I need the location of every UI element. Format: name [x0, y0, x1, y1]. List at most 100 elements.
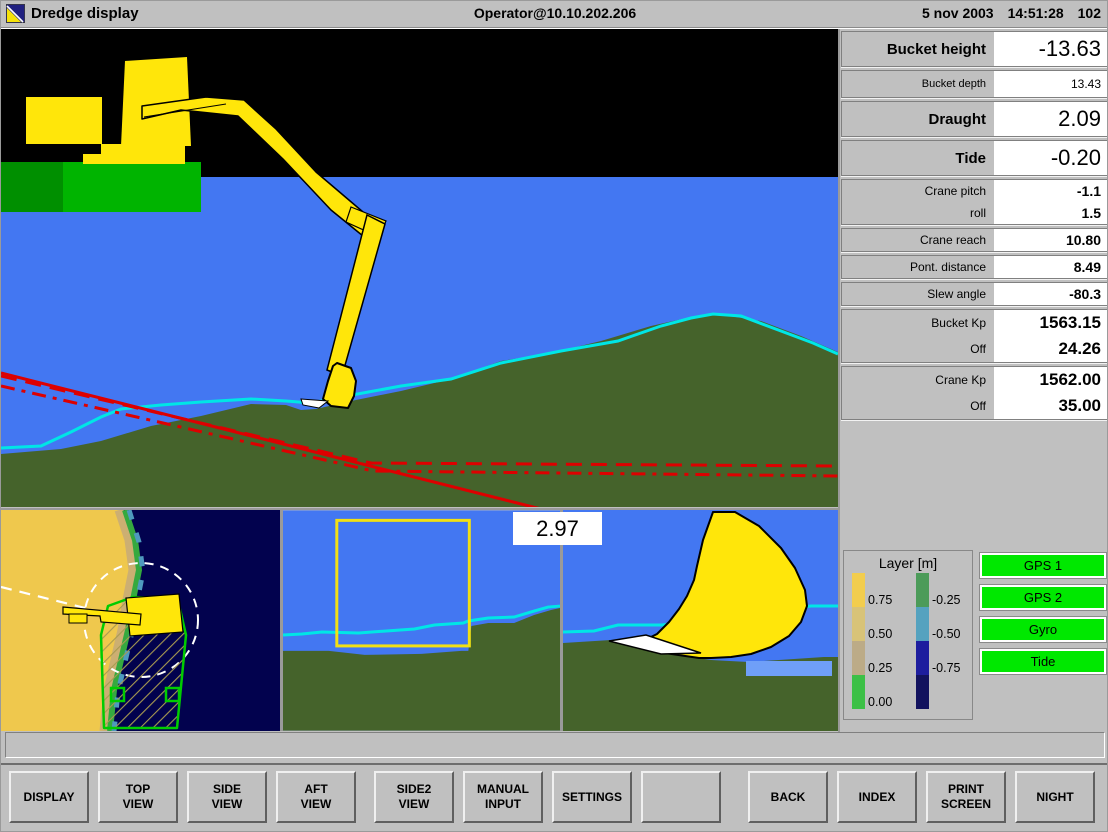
sensor-status-panel: GPS 1 GPS 2 Gyro Tide [979, 552, 1107, 680]
legend-entry: 0.50 [852, 607, 908, 641]
readout-row: Crane reach 10.80 [842, 229, 1107, 251]
dredge-display-window: Dredge display Operator@10.10.202.206 5 … [0, 0, 1108, 832]
readout-label: Crane pitch [842, 180, 994, 202]
legend-label: 0.75 [868, 594, 892, 607]
dredged-trench [746, 661, 832, 676]
legend-swatch [916, 641, 929, 675]
readout-value: 1.5 [994, 205, 1107, 221]
readout-group: Bucket Kp 1563.15 Off 24.26 [841, 309, 1108, 363]
legend-label: -0.25 [932, 594, 961, 607]
back-button[interactable]: BACK [748, 771, 828, 823]
side2-view-button[interactable]: SIDE2 VIEW [374, 771, 454, 823]
status-gps1-label: GPS 1 [982, 555, 1104, 576]
readout-row: Bucket depth 13.43 [842, 71, 1107, 97]
bucket-distance-label: 2.97 [513, 512, 602, 545]
readout-label: Crane Kp [842, 367, 994, 393]
readout-label: Bucket depth [842, 71, 994, 97]
readout-group: Bucket depth 13.43 [841, 70, 1108, 98]
readout-label: roll [842, 202, 994, 224]
readout-row: Tide -0.20 [842, 141, 1107, 175]
crane-foot [83, 154, 103, 164]
legend-swatch [916, 675, 929, 709]
status-tide[interactable]: Tide [979, 648, 1107, 675]
legend-title: Layer [m] [844, 555, 972, 571]
legend-entry: -0.50 [916, 607, 972, 641]
settings-button[interactable]: SETTINGS [552, 771, 632, 823]
side-view-button[interactable]: SIDE VIEW [187, 771, 267, 823]
status-tide-label: Tide [982, 651, 1104, 672]
legend-entry [916, 675, 972, 709]
legend-column-negative: -0.25 -0.50 -0.75 [908, 573, 972, 709]
datetime: 5 nov 2003 14:51:28 102 [908, 5, 1101, 21]
readout-label: Slew angle [842, 283, 994, 305]
legend-entry: -0.25 [916, 573, 972, 607]
status-gps1[interactable]: GPS 1 [979, 552, 1107, 579]
counter-text: 102 [1078, 5, 1101, 21]
main-side-view [1, 29, 838, 507]
readout-label: Draught [842, 102, 994, 136]
legend-swatch [852, 641, 865, 675]
blank-button[interactable] [641, 771, 721, 823]
display-button[interactable]: DISPLAY [9, 771, 89, 823]
readout-label: Off [842, 393, 994, 419]
legend-swatch [852, 607, 865, 641]
readout-row: Bucket Kp 1563.15 [842, 310, 1107, 336]
readout-row: Off 24.26 [842, 336, 1107, 362]
readout-label: Bucket Kp [842, 310, 994, 336]
plan-boom-notch [69, 614, 87, 623]
readout-label: Crane reach [842, 229, 994, 251]
readout-value: 8.49 [994, 259, 1107, 275]
readout-label: Tide [842, 141, 994, 175]
legend-swatch [852, 573, 865, 607]
status-gps2[interactable]: GPS 2 [979, 584, 1107, 611]
readout-row: Slew angle -80.3 [842, 283, 1107, 305]
status-gyro[interactable]: Gyro [979, 616, 1107, 643]
readout-value: 35.00 [994, 396, 1107, 416]
readout-group: Crane reach 10.80 [841, 228, 1108, 252]
status-gyro-label: Gyro [982, 619, 1104, 640]
readout-row: Off 35.00 [842, 393, 1107, 419]
time-text: 14:51:28 [1008, 5, 1064, 21]
readout-row: Crane pitch -1.1 [842, 180, 1107, 202]
readout-label: Pont. distance [842, 256, 994, 278]
legend-swatch [916, 573, 929, 607]
night-button[interactable]: NIGHT [1015, 771, 1095, 823]
legend-entry: 0.75 [852, 573, 908, 607]
legend-label: 0.25 [868, 662, 892, 675]
aft-view-mini [563, 510, 838, 731]
readout-value: -1.1 [994, 183, 1107, 199]
legend-label: -0.75 [932, 662, 961, 675]
readout-group: Pont. distance 8.49 [841, 255, 1108, 279]
readout-value: 2.09 [994, 106, 1107, 132]
legend-entry: 0.00 [852, 675, 908, 709]
pontoon-side [63, 162, 201, 212]
readout-row: Crane Kp 1562.00 [842, 367, 1107, 393]
legend-entry: -0.75 [916, 641, 972, 675]
legend-swatch [852, 675, 865, 709]
readout-value: -80.3 [994, 286, 1107, 302]
readout-group: Slew angle -80.3 [841, 282, 1108, 306]
print-screen-button[interactable]: PRINT SCREEN [926, 771, 1006, 823]
readout-group: Tide -0.20 [841, 140, 1108, 176]
top-view-button[interactable]: TOP VIEW [98, 771, 178, 823]
status-gps2-label: GPS 2 [982, 587, 1104, 608]
readout-value: -13.63 [994, 36, 1107, 62]
readout-group: Bucket height -13.63 [841, 31, 1108, 67]
pontoon-side-dark [1, 162, 63, 212]
readout-value: -0.20 [994, 145, 1107, 171]
manual-input-button[interactable]: MANUAL INPUT [463, 771, 543, 823]
index-button[interactable]: INDEX [837, 771, 917, 823]
title-bar: Dredge display Operator@10.10.202.206 5 … [1, 1, 1108, 28]
aft-view-button[interactable]: AFT VIEW [276, 771, 356, 823]
readout-value: 1562.00 [994, 370, 1107, 390]
readout-row: roll 1.5 [842, 202, 1107, 224]
status-message-bar [5, 732, 1105, 758]
readout-value: 1563.15 [994, 313, 1107, 333]
legend-entry: 0.25 [852, 641, 908, 675]
legend-swatch [916, 607, 929, 641]
readout-group: Crane pitch -1.1 roll 1.5 [841, 179, 1108, 225]
layer-legend: Layer [m] 0.75 0.50 0.25 0.00 -0.25 -0.5… [843, 550, 973, 720]
date-text: 5 nov 2003 [922, 5, 994, 21]
readout-group: Crane Kp 1562.00 Off 35.00 [841, 366, 1108, 420]
crane-base [101, 144, 185, 164]
